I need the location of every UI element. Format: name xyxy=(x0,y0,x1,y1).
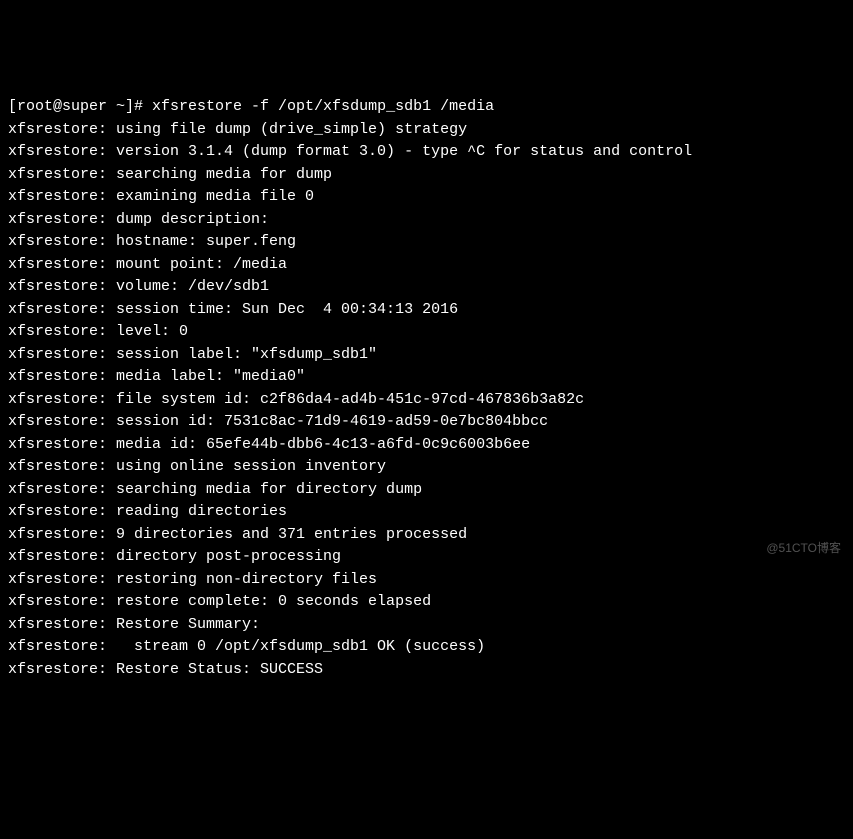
output-line: xfsrestore: version 3.1.4 (dump format 3… xyxy=(8,141,845,164)
command-line[interactable]: [root@super ~]# xfsrestore -f /opt/xfsdu… xyxy=(8,96,845,119)
output-line: xfsrestore: dump description: xyxy=(8,209,845,232)
output-line: xfsrestore: media id: 65efe44b-dbb6-4c13… xyxy=(8,434,845,457)
output-line: xfsrestore: file system id: c2f86da4-ad4… xyxy=(8,389,845,412)
output-line: xfsrestore: session label: "xfsdump_sdb1… xyxy=(8,344,845,367)
output-line: xfsrestore: directory post-processing xyxy=(8,546,845,569)
output-line: xfsrestore: mount point: /media xyxy=(8,254,845,277)
output-line: xfsrestore: session id: 7531c8ac-71d9-46… xyxy=(8,411,845,434)
output-line: xfsrestore: searching media for director… xyxy=(8,479,845,502)
output-line: xfsrestore: media label: "media0" xyxy=(8,366,845,389)
command-text: xfsrestore -f /opt/xfsdump_sdb1 /media xyxy=(152,98,494,115)
output-line: xfsrestore: level: 0 xyxy=(8,321,845,344)
output-line: xfsrestore: restoring non-directory file… xyxy=(8,569,845,592)
output-line: xfsrestore: Restore Status: SUCCESS xyxy=(8,659,845,682)
output-line: xfsrestore: stream 0 /opt/xfsdump_sdb1 O… xyxy=(8,636,845,659)
output-line: xfsrestore: using online session invento… xyxy=(8,456,845,479)
watermark-text: @51CTO博客 xyxy=(766,539,841,557)
output-line: xfsrestore: reading directories xyxy=(8,501,845,524)
output-line: xfsrestore: session time: Sun Dec 4 00:3… xyxy=(8,299,845,322)
output-line: xfsrestore: 9 directories and 371 entrie… xyxy=(8,524,845,547)
output-line: xfsrestore: hostname: super.feng xyxy=(8,231,845,254)
output-line: xfsrestore: restore complete: 0 seconds … xyxy=(8,591,845,614)
output-line: xfsrestore: searching media for dump xyxy=(8,164,845,187)
shell-prompt: [root@super ~]# xyxy=(8,98,152,115)
terminal-output: [root@super ~]# xfsrestore -f /opt/xfsdu… xyxy=(8,96,845,681)
output-line: xfsrestore: volume: /dev/sdb1 xyxy=(8,276,845,299)
output-line: xfsrestore: Restore Summary: xyxy=(8,614,845,637)
output-line: xfsrestore: using file dump (drive_simpl… xyxy=(8,119,845,142)
output-line: xfsrestore: examining media file 0 xyxy=(8,186,845,209)
